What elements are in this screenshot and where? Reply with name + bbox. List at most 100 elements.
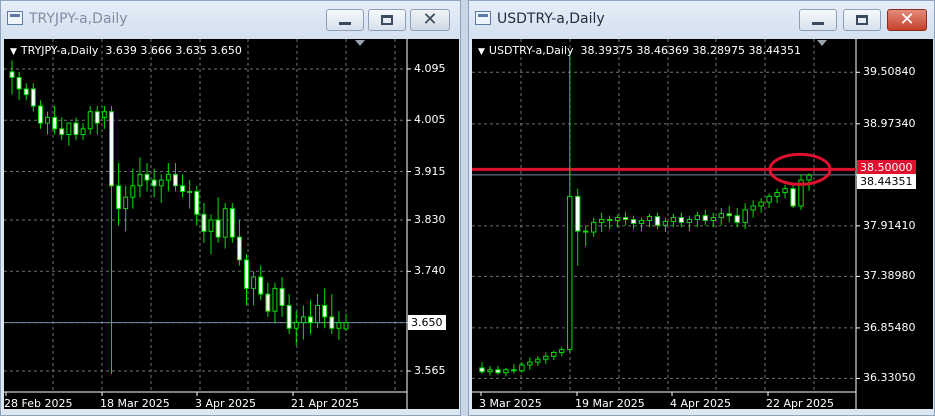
candle-bear [52,116,58,130]
price-label: 37.91410 [863,218,916,232]
price-label: 3.740 [414,264,446,278]
candle-bear [30,88,36,107]
date-label: 3 Apr 2025 [195,397,257,410]
symbol-header[interactable]: ▼ TRYJPY-a,Daily 3.639 3.666 3.635 3.650 [10,44,242,57]
titlebar-tryjpy[interactable]: TRYJPY-a,Daily ✕ [1,1,460,39]
date-label: 22 Apr 2025 [766,397,835,410]
candle-bull [646,216,653,221]
candle-bear [215,219,221,238]
candle-bull [208,219,214,232]
price-label: 3.915 [414,164,446,178]
date-label: 18 Mar 2025 [100,397,170,410]
candle-bear [37,105,43,124]
chart-window-icon [7,11,23,25]
candle-bull [551,351,557,357]
titlebar-usdtry[interactable]: USDTRY-a,Daily ✕ [469,1,934,39]
maximize-button[interactable] [368,9,406,31]
candle-bear [329,316,335,329]
chart-canvas [4,39,411,409]
candle-bear [630,219,637,224]
price-label: 37.38980 [863,269,916,283]
dropdown-triangle-icon[interactable]: ▼ [10,47,17,57]
price-label: 38.97340 [863,116,916,130]
shift-marker-icon[interactable] [355,40,365,46]
candle-bear [308,316,313,324]
candle-bear [279,287,285,306]
close-button[interactable]: ✕ [410,9,450,31]
candle-bull [590,221,597,233]
candle-bear [511,369,517,372]
ohlc-values: 3.639 3.666 3.635 3.650 [105,44,242,57]
candle-bear [575,195,581,232]
candle-bull [87,111,93,130]
candle-bear [16,77,22,90]
candle-bull [686,219,693,223]
maximize-icon [381,15,393,25]
candle-bull [766,195,772,203]
price-label: 39.50840 [863,65,916,79]
candle-bear [59,128,65,136]
candle-bull [187,191,193,193]
minimize-button[interactable] [799,9,837,31]
candle-bear [606,219,613,222]
candle-bear [479,367,485,373]
close-button[interactable]: ✕ [887,9,927,31]
candle-bull [662,220,669,226]
candle-bull [272,287,278,312]
candle-bear [265,293,271,312]
price-label: 3.830 [414,213,446,226]
window-tryjpy[interactable]: TRYJPY-a,Daily ✕ ▼ TRYJPY-a,Daily 3.639 3… [0,0,461,416]
date-label: 21 Apr 2025 [291,397,360,410]
window-title: USDTRY-a,Daily [497,11,605,27]
date-label: 3 Mar 2025 [479,397,542,410]
shift-marker-icon[interactable] [817,40,827,46]
candle-bull [638,219,645,224]
candle-bear [654,216,661,226]
close-icon: ✕ [422,9,438,30]
minimize-button[interactable] [326,9,364,31]
maximize-button[interactable] [843,9,881,31]
candle-bear [180,185,186,193]
candle-bear [23,88,29,96]
candle-bull [806,174,812,181]
candle-bear [258,276,264,295]
candle-bull [742,209,748,223]
date-label: 28 Feb 2025 [4,397,73,410]
price-chart-usdtry[interactable]: ▼ USDTRY-a,Daily 38.39375 38.46369 38.289… [472,39,933,410]
price-chart-tryjpy[interactable]: ▼ TRYJPY-a,Daily 3.639 3.666 3.635 3.650 … [4,39,459,410]
candle-bear [734,215,740,223]
candle-bear [73,122,79,135]
candle-bull [158,179,164,187]
candle-bull [670,217,677,222]
price-label: 36.85480 [863,320,916,334]
candle-bear [94,111,100,124]
candle-bull [718,213,724,219]
symbol-header[interactable]: ▼ USDTRY-a,Daily 38.39375 38.46369 38.289… [478,44,801,57]
candle-bull [535,358,541,363]
candle-bull [559,349,565,353]
price-label: 3.565 [414,364,446,378]
price-label: 36.33050 [863,371,916,385]
candle-bull [487,369,493,373]
candle-bull [101,111,107,118]
candle-bull [527,361,533,366]
candle-bull [598,219,605,223]
date-label: 19 Mar 2025 [575,397,645,410]
candle-bull [315,305,321,324]
candle-bear [322,305,328,318]
candle-bear [495,369,501,374]
candle-bull [130,185,136,198]
price-label: 4.005 [414,113,446,127]
minimize-icon [812,21,824,25]
candle-bull [336,322,342,329]
candle-bull [251,276,257,289]
candle-bull [300,316,306,324]
candle-bear [172,173,178,187]
dropdown-triangle-icon[interactable]: ▼ [478,47,485,57]
candle-bull [293,322,299,329]
symbol-info: TRYJPY-a,Daily [20,44,99,57]
candle-bear [116,185,122,210]
candle-bear [194,191,200,215]
candle-bull [774,192,780,197]
window-usdtry[interactable]: USDTRY-a,Daily ✕ ▼ USDTRY-a,Daily 38.3937… [468,0,935,416]
